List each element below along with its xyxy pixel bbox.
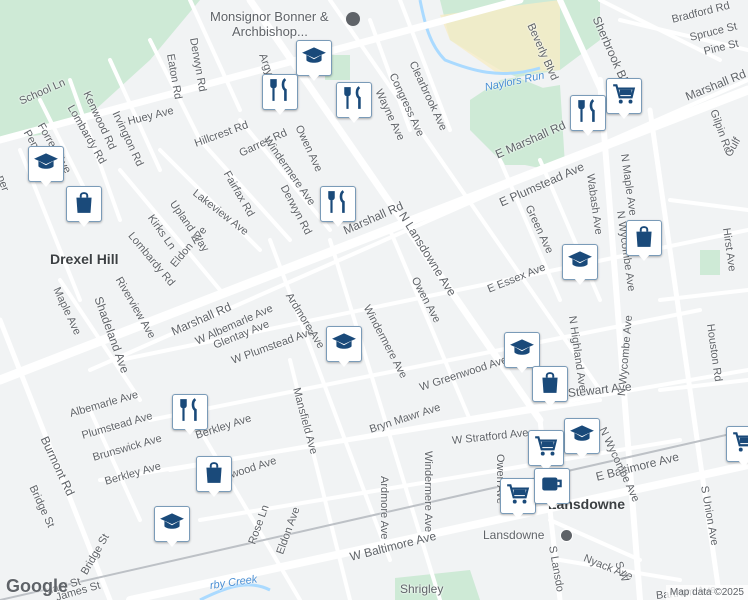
marker-box	[534, 468, 570, 504]
poi-label-archbishop: Archbishop...	[232, 24, 308, 39]
marker-box	[626, 220, 662, 256]
restaurant-icon	[177, 397, 203, 428]
marker-box	[196, 456, 232, 492]
marker-box	[500, 478, 536, 514]
marker-pointer	[273, 107, 287, 115]
marker-pointer	[183, 427, 197, 435]
map-marker-restaurant[interactable]	[320, 186, 356, 230]
marker-box	[570, 95, 606, 131]
map-marker-school[interactable]	[154, 506, 190, 550]
map-marker-cart[interactable]	[606, 78, 642, 122]
marker-pointer	[543, 399, 557, 407]
restaurant-icon	[341, 85, 367, 116]
marker-box	[336, 82, 372, 118]
marker-box	[326, 326, 362, 362]
school-icon	[567, 247, 593, 278]
restaurant-icon	[575, 98, 601, 129]
map-marker-school[interactable]	[28, 146, 64, 190]
street-label: Windermere Ave	[422, 451, 434, 533]
map-marker-shopping-bag[interactable]	[196, 456, 232, 500]
shopping-bag-icon	[537, 369, 563, 400]
marker-box	[154, 506, 190, 542]
cafe-icon	[539, 471, 565, 502]
map-marker-cart[interactable]	[500, 478, 536, 522]
marker-pointer	[581, 128, 595, 136]
shopping-bag-icon	[631, 223, 657, 254]
cart-icon	[533, 433, 559, 464]
map-marker-cart[interactable]	[726, 426, 748, 470]
cart-icon	[731, 429, 748, 460]
map-data-attribution[interactable]: Map data ©2025	[665, 585, 748, 600]
school-icon	[33, 149, 59, 180]
marker-box	[320, 186, 356, 222]
marker-box	[296, 40, 332, 76]
school-icon	[331, 329, 357, 360]
cart-icon	[611, 81, 637, 112]
place-label-drexel-hill: Drexel Hill	[50, 251, 119, 267]
marker-box	[172, 394, 208, 430]
school-icon	[569, 421, 595, 452]
place-label-shrigley: Shrigley	[400, 582, 444, 596]
station-label-lansdowne: Lansdowne	[483, 528, 545, 542]
marker-pointer	[307, 73, 321, 81]
school-icon	[509, 335, 535, 366]
map-marker-school[interactable]	[326, 326, 362, 370]
school-icon	[159, 509, 185, 540]
marker-pointer	[331, 219, 345, 227]
map-canvas[interactable]: Monsignor Bonner & Archbishop... Drexel …	[0, 0, 748, 600]
school-icon	[301, 43, 327, 74]
google-logo: Google	[6, 576, 68, 596]
map-marker-shopping-bag[interactable]	[66, 186, 102, 230]
map-marker-restaurant[interactable]	[336, 82, 372, 126]
marker-pointer	[347, 115, 361, 123]
marker-box	[262, 74, 298, 110]
marker-box	[564, 418, 600, 454]
shopping-bag-icon	[201, 459, 227, 490]
marker-pointer	[39, 179, 53, 187]
marker-pointer	[545, 501, 559, 509]
marker-pointer	[737, 459, 748, 467]
map-marker-shopping-bag[interactable]	[532, 366, 568, 410]
marker-pointer	[575, 451, 589, 459]
marker-pointer	[337, 359, 351, 367]
restaurant-icon	[325, 189, 351, 220]
marker-box	[532, 366, 568, 402]
marker-box	[504, 332, 540, 368]
school-poi-icon[interactable]	[346, 12, 360, 26]
marker-box	[726, 426, 748, 462]
poi-label-monsignor: Monsignor Bonner &	[210, 9, 329, 24]
map-marker-shopping-bag[interactable]	[626, 220, 662, 264]
marker-pointer	[77, 219, 91, 227]
marker-box	[28, 146, 64, 182]
cart-icon	[505, 481, 531, 512]
train-station-icon[interactable]	[560, 529, 573, 542]
map-marker-school[interactable]	[296, 40, 332, 84]
marker-pointer	[573, 277, 587, 285]
map-marker-restaurant[interactable]	[262, 74, 298, 118]
map-marker-restaurant[interactable]	[570, 95, 606, 139]
marker-pointer	[637, 253, 651, 261]
marker-box	[528, 430, 564, 466]
marker-pointer	[515, 365, 529, 373]
map-marker-cafe[interactable]	[534, 468, 570, 512]
street-label: Ardmore Ave	[378, 476, 390, 540]
map-marker-school[interactable]	[562, 244, 598, 288]
marker-pointer	[511, 511, 525, 519]
marker-box	[66, 186, 102, 222]
map-marker-school[interactable]	[564, 418, 600, 462]
marker-pointer	[617, 111, 631, 119]
marker-box	[606, 78, 642, 114]
restaurant-icon	[267, 77, 293, 108]
shopping-bag-icon	[71, 189, 97, 220]
map-marker-restaurant[interactable]	[172, 394, 208, 438]
marker-pointer	[207, 489, 221, 497]
marker-box	[562, 244, 598, 280]
marker-pointer	[165, 539, 179, 547]
